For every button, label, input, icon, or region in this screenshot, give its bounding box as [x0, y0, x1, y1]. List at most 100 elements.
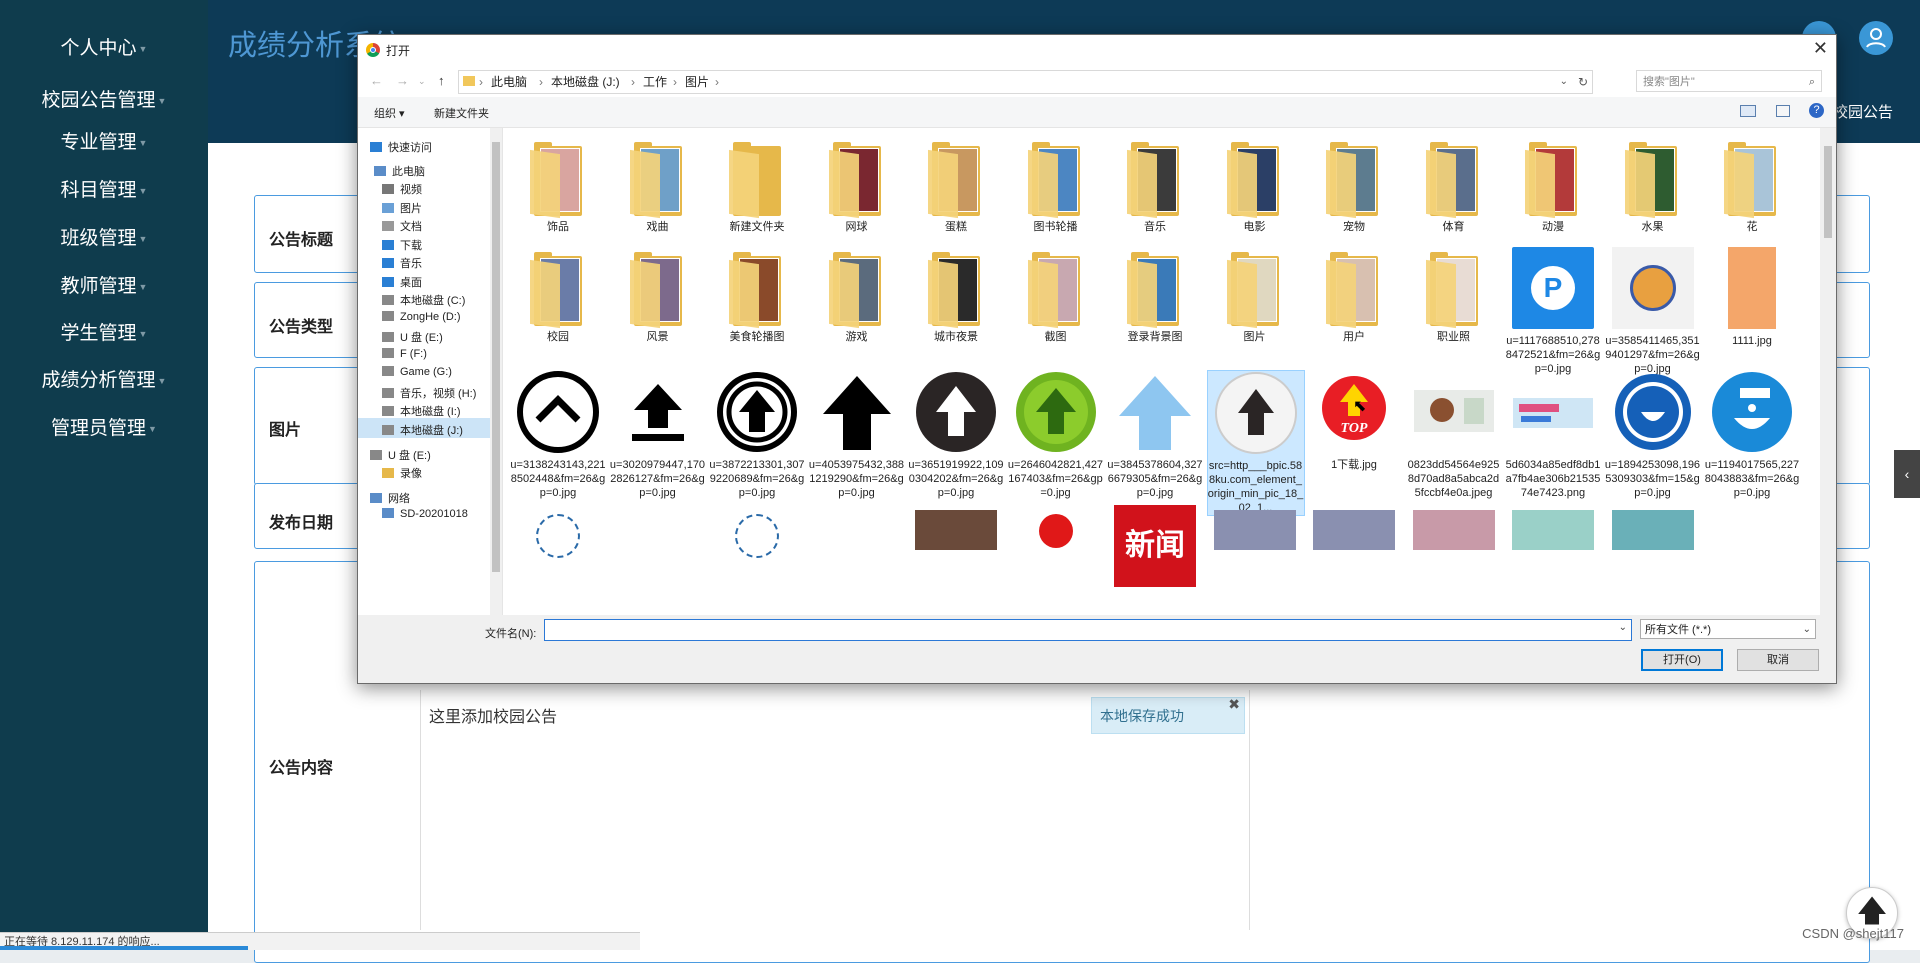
- filename-input[interactable]: ⌄: [544, 619, 1632, 641]
- folder-item[interactable]: 电影: [1207, 142, 1303, 234]
- nav-item[interactable]: 音乐，视频 (H:): [382, 385, 476, 401]
- chevron-down-icon[interactable]: ⌄: [1619, 622, 1627, 633]
- file-item[interactable]: u=1194017565,2278043883&fm=26&gp=0.jpg: [1704, 370, 1800, 500]
- folder-item[interactable]: 截图: [1008, 252, 1104, 344]
- nav-item[interactable]: 本地磁盘 (I:): [382, 403, 461, 419]
- folder-item[interactable]: 城市夜景: [908, 252, 1004, 344]
- file-item[interactable]: u=4053975432,3881219290&fm=26&gp=0.jpg: [809, 370, 905, 500]
- nav-item[interactable]: ZongHe (D:): [382, 311, 461, 323]
- folder-item[interactable]: 美食轮播图: [709, 252, 805, 344]
- forward-arrow-icon[interactable]: →: [396, 73, 409, 88]
- file-item[interactable]: u=1894253098,1965309303&fm=15&gp=0.jpg: [1605, 370, 1701, 500]
- folder-item[interactable]: 职业照: [1406, 252, 1502, 344]
- filetype-select[interactable]: 所有文件 (*.*) ⌄: [1640, 619, 1816, 639]
- search-input[interactable]: 搜索"图片" ⌕: [1636, 70, 1822, 92]
- file-item[interactable]: u=3585411465,3519401297&fm=26&gp=0.jpg: [1605, 246, 1701, 376]
- file-item[interactable]: u=3651919922,1090304202&fm=26&gp=0.jpg: [908, 370, 1004, 500]
- side-panel-toggle[interactable]: ‹: [1894, 450, 1920, 498]
- file-item[interactable]: 5d6034a85edf8db1a7fb4ae306b2153574e7423.…: [1505, 370, 1601, 500]
- file-item[interactable]: Pu=1117688510,2788472521&fm=26&gp=0.jpg: [1505, 246, 1601, 376]
- folder-item[interactable]: 动漫: [1505, 142, 1601, 234]
- file-item[interactable]: u=3138243143,2218502448&fm=26&gp=0.jpg: [510, 370, 606, 500]
- address-bar[interactable]: › 此电脑 › 本地磁盘 (J:) › 工作 › 图片 › ⌄ ↻: [458, 70, 1593, 94]
- nav-item[interactable]: 文档: [382, 218, 422, 234]
- new-folder-button[interactable]: 新建文件夹: [434, 105, 489, 121]
- sidebar-item-class[interactable]: 班级管理 ▼: [0, 224, 208, 254]
- nav-item[interactable]: 此电脑: [374, 163, 425, 179]
- folder-item[interactable]: 戏曲: [610, 142, 706, 234]
- folder-item[interactable]: 网球: [809, 142, 905, 234]
- breadcrumb-item[interactable]: 此电脑: [491, 71, 527, 93]
- folder-item[interactable]: 音乐: [1107, 142, 1203, 234]
- preview-pane-icon[interactable]: [1776, 105, 1790, 117]
- sidebar-item-notice[interactable]: 校园公告管理 ▼: [0, 86, 208, 116]
- nav-item[interactable]: Game (G:): [382, 366, 452, 378]
- back-arrow-icon[interactable]: ←: [370, 73, 383, 88]
- nav-item[interactable]: 视频: [382, 181, 422, 197]
- chevron-down-icon[interactable]: ⌄: [1560, 71, 1568, 93]
- up-arrow-icon[interactable]: ↑: [438, 73, 445, 88]
- nav-item[interactable]: 录像: [382, 465, 422, 481]
- file-item[interactable]: u=3020979447,1702826127&fm=26&gp=0.jpg: [610, 370, 706, 500]
- nav-item[interactable]: F (F:): [382, 348, 427, 360]
- folder-item[interactable]: 蛋糕: [908, 142, 1004, 234]
- file-item[interactable]: u=2646042821,427167403&fm=26&gp=0.jpg: [1008, 370, 1104, 500]
- recent-dropdown-icon[interactable]: ⌄: [418, 76, 426, 87]
- sidebar-item-major[interactable]: 专业管理 ▼: [0, 128, 208, 158]
- open-button[interactable]: 打开(O): [1641, 649, 1723, 671]
- folder-item[interactable]: 图书轮播: [1008, 142, 1104, 234]
- folder-item[interactable]: 新建文件夹: [709, 142, 805, 234]
- file-item[interactable]: TOP 1下载.jpg: [1306, 370, 1402, 472]
- nav-item[interactable]: U 盘 (E:): [382, 329, 443, 345]
- photo-thumb-icon[interactable]: [915, 510, 997, 550]
- organize-button[interactable]: 组织 ▾: [374, 105, 405, 121]
- filelist-scrollbar[interactable]: [1821, 128, 1835, 615]
- file-item[interactable]: src=http___bpic.588ku.com_element_origin…: [1206, 370, 1305, 516]
- folder-item[interactable]: 游戏: [809, 252, 905, 344]
- nav-item[interactable]: 音乐: [382, 255, 422, 271]
- file-item[interactable]: 1111.jpg: [1704, 246, 1800, 348]
- nav-item[interactable]: 快速访问: [370, 139, 432, 155]
- view-options-icon[interactable]: [1740, 105, 1756, 117]
- sidebar-item-admin[interactable]: 管理员管理 ▼: [0, 414, 208, 444]
- folder-item[interactable]: 水果: [1605, 142, 1701, 234]
- photo-thumb-icon[interactable]: [1412, 510, 1495, 550]
- close-icon[interactable]: ✕: [1813, 38, 1828, 59]
- sidebar-item-student[interactable]: 学生管理 ▼: [0, 319, 208, 349]
- folder-item[interactable]: 体育: [1406, 142, 1502, 234]
- folder-item[interactable]: 校园: [510, 252, 606, 344]
- folder-item[interactable]: 图片: [1207, 252, 1303, 344]
- file-item[interactable]: u=3872213301,3079220689&fm=26&gp=0.jpg: [709, 370, 805, 500]
- nav-item[interactable]: 本地磁盘 (J:): [382, 422, 463, 438]
- folder-item[interactable]: 风景: [610, 252, 706, 344]
- breadcrumb-item[interactable]: 工作: [643, 71, 667, 93]
- nav-item[interactable]: 桌面: [382, 274, 422, 290]
- file-item[interactable]: 新闻: [1107, 504, 1203, 592]
- photo-thumb-icon[interactable]: [1313, 510, 1395, 550]
- qr-thumb-icon[interactable]: [517, 510, 599, 558]
- sidebar-item-score[interactable]: 成绩分析管理 ▼: [0, 366, 208, 396]
- help-icon[interactable]: ?: [1809, 103, 1824, 118]
- nav-item[interactable]: SD-20201018: [382, 508, 468, 520]
- nav-item[interactable]: 图片: [382, 200, 422, 216]
- nav-item[interactable]: 网络: [370, 490, 410, 506]
- folder-item[interactable]: 饰品: [510, 142, 606, 234]
- medical-cross-icon[interactable]: [1014, 510, 1097, 550]
- sidebar-item-profile[interactable]: 个人中心 ▼: [0, 34, 208, 64]
- folder-item[interactable]: 宠物: [1306, 142, 1402, 234]
- navpane-scrollbar[interactable]: [490, 128, 502, 615]
- sidebar-item-subject[interactable]: 科目管理 ▼: [0, 176, 208, 206]
- breadcrumb-item[interactable]: 本地磁盘 (J:): [551, 71, 620, 93]
- nav-item[interactable]: 本地磁盘 (C:): [382, 292, 465, 308]
- cancel-button[interactable]: 取消: [1737, 649, 1819, 671]
- badge-thumb-icon[interactable]: [716, 510, 798, 558]
- file-item[interactable]: 0823dd54564e9258d70ad8a5abca2d5fccbf4e0a…: [1406, 370, 1502, 500]
- photo-thumb-icon[interactable]: [1213, 510, 1296, 550]
- tab-campus-notice[interactable]: 校园公告: [1833, 101, 1893, 122]
- photo-thumb-icon[interactable]: [1512, 510, 1594, 550]
- folder-item[interactable]: 登录背景图: [1107, 252, 1203, 344]
- folder-item[interactable]: 用户: [1306, 252, 1402, 344]
- sidebar-item-teacher[interactable]: 教师管理 ▼: [0, 272, 208, 302]
- breadcrumb-item[interactable]: 图片: [685, 71, 709, 93]
- nav-item[interactable]: 下载: [382, 237, 422, 253]
